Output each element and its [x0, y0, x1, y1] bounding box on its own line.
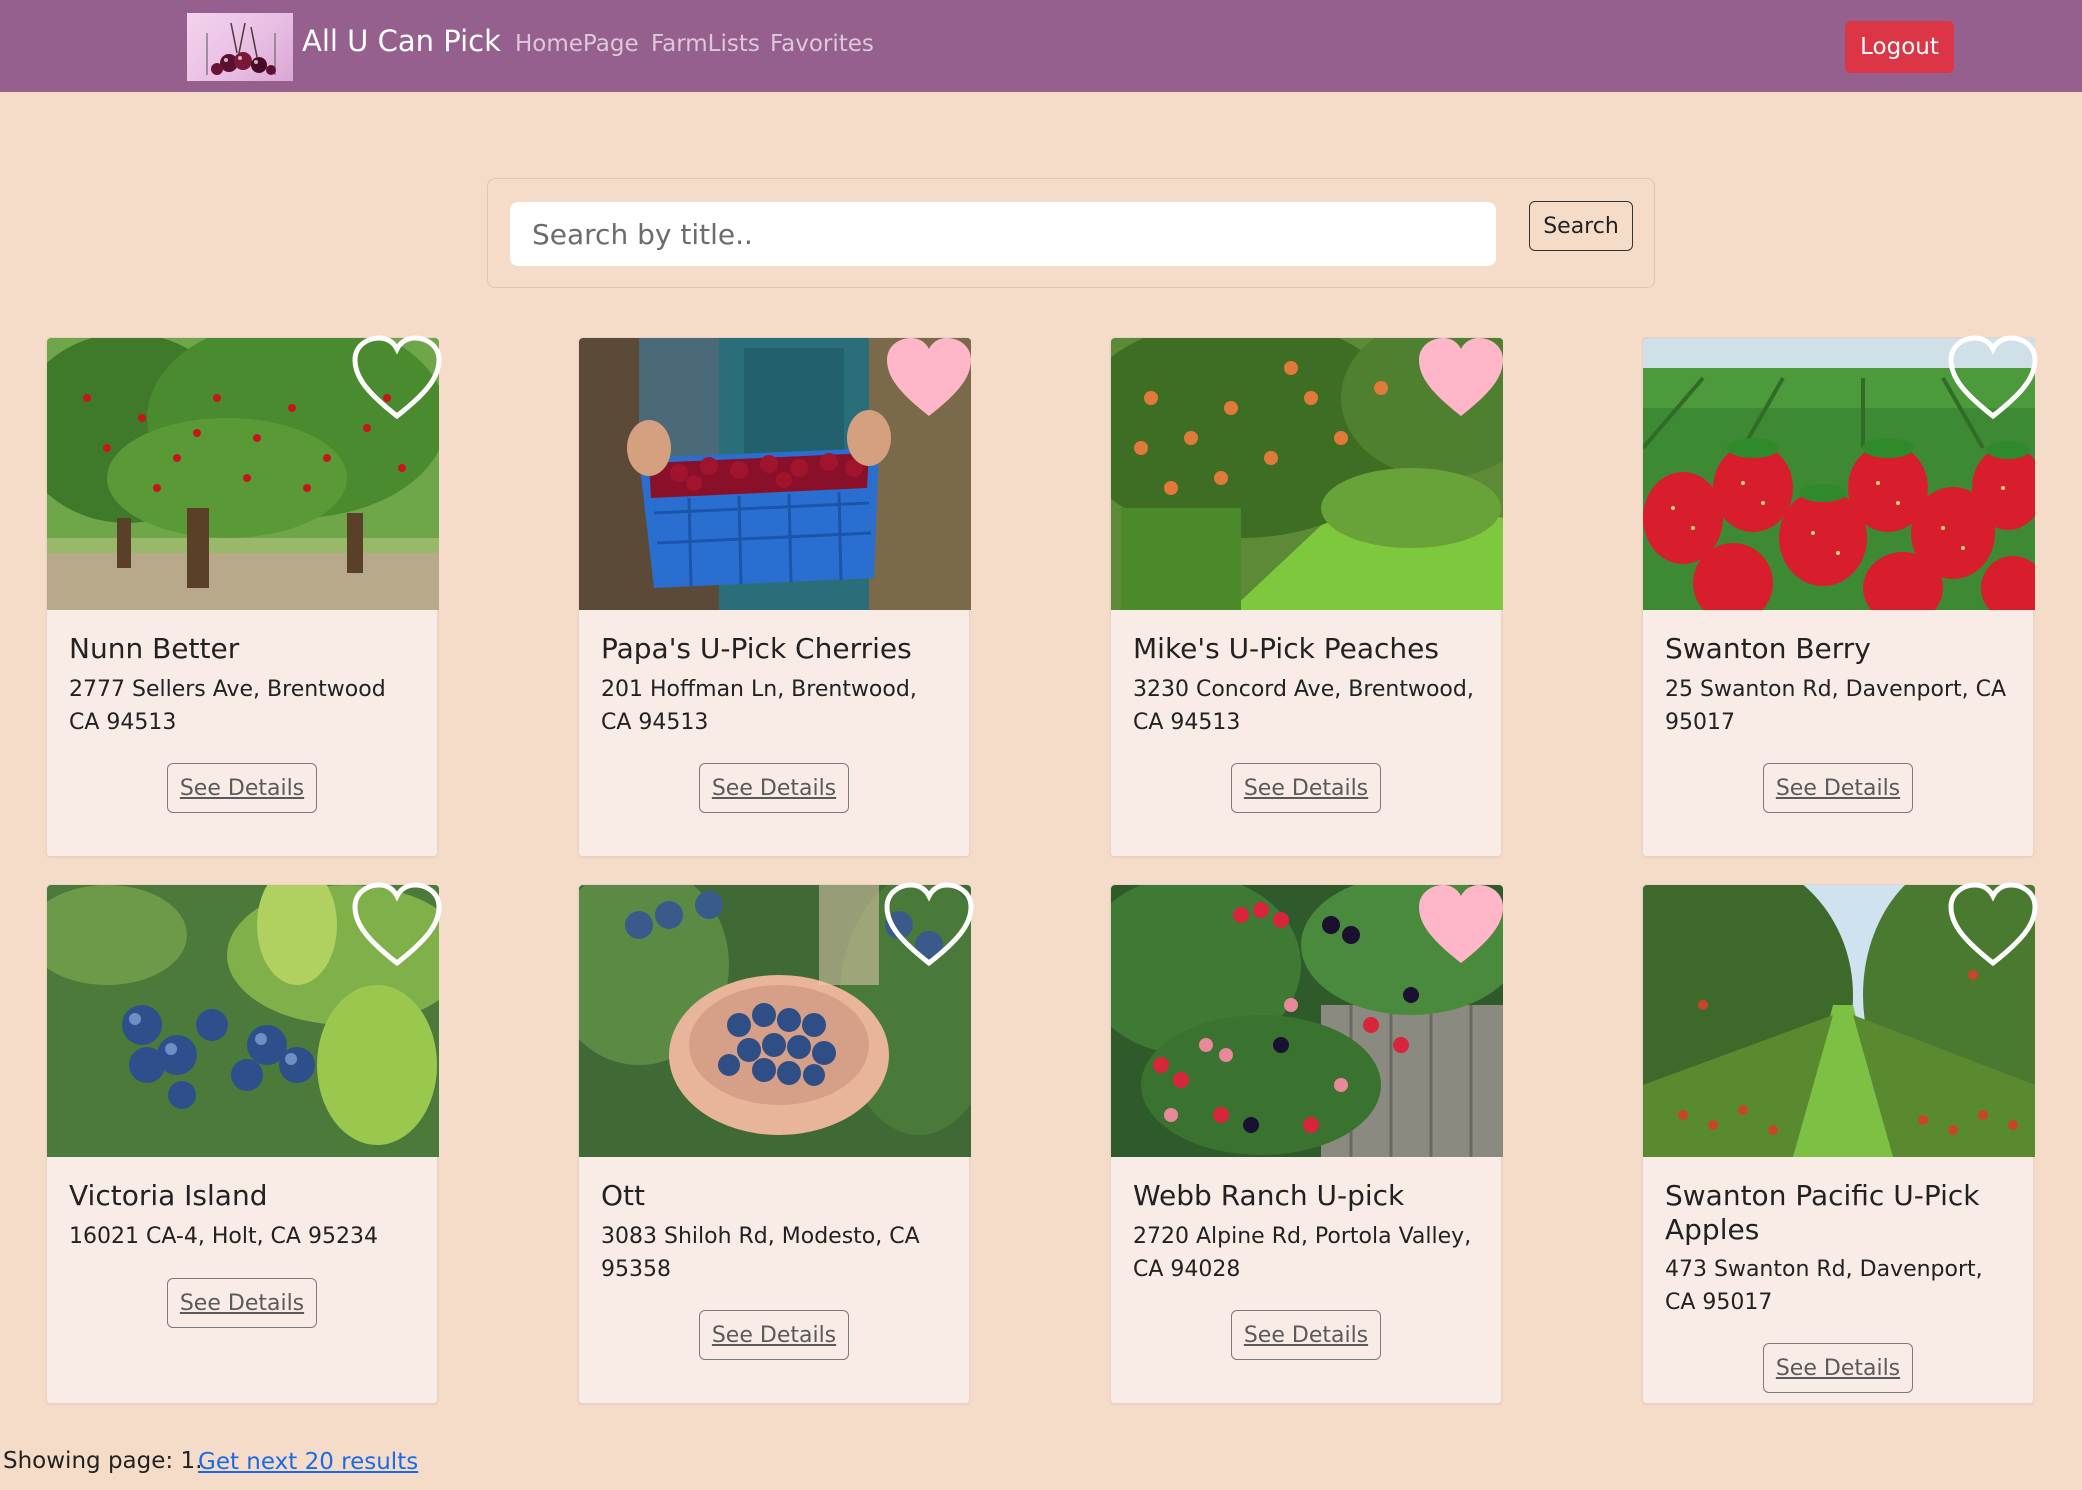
farm-title: Ott [601, 1179, 645, 1212]
farm-address: 473 Swanton Rd, Davenport, CA 95017 [1665, 1257, 1983, 1315]
farm-address: 16021 CA-4, Holt, CA 95234 [69, 1224, 378, 1249]
farm-card: Swanton Pacific U-Pick Apples 473 Swanto… [1642, 882, 2038, 1404]
farm-address: 25 Swanton Rd, Davenport, CA 95017 [1665, 677, 2007, 735]
farm-title: Webb Ranch U-pick [1133, 1179, 1405, 1212]
search-button[interactable]: Search [1529, 201, 1633, 251]
nav-favorites[interactable]: Favorites [770, 31, 874, 57]
see-details-button[interactable]: See Details [1231, 1310, 1381, 1360]
favorite-heart-icon[interactable] [1945, 334, 2041, 422]
farm-card: Webb Ranch U-pick 2720 Alpine Rd, Portol… [1110, 884, 1503, 1404]
farm-card: Mike's U-Pick Peaches 3230 Concord Ave, … [1110, 337, 1503, 857]
nav-farmlists[interactable]: FarmLists [651, 31, 760, 57]
favorite-heart-icon[interactable] [1945, 881, 2041, 969]
see-details-button[interactable]: See Details [1231, 763, 1381, 813]
farm-title: Papa's U-Pick Cherries [601, 632, 912, 665]
navbar: All U Can Pick HomePage FarmLists Favori… [0, 0, 2082, 92]
farm-address: 2777 Sellers Ave, Brentwood CA 94513 [69, 677, 386, 735]
see-details-button[interactable]: See Details [699, 763, 849, 813]
farm-card: Swanton Berry 25 Swanton Rd, Davenport, … [1642, 335, 2038, 857]
see-details-button[interactable]: See Details [1763, 1343, 1913, 1393]
farm-address: 3083 Shiloh Rd, Modesto, CA 95358 [601, 1224, 920, 1282]
brand-logo[interactable] [187, 13, 293, 81]
favorite-heart-icon[interactable] [349, 881, 445, 969]
see-details-button[interactable]: See Details [699, 1310, 849, 1360]
favorite-heart-icon[interactable] [881, 334, 977, 422]
farm-address: 2720 Alpine Rd, Portola Valley, CA 94028 [1133, 1224, 1472, 1282]
nav-homepage[interactable]: HomePage [515, 31, 639, 57]
farm-title: Nunn Better [69, 632, 240, 665]
logout-button[interactable]: Logout [1845, 21, 1954, 73]
farm-card: Victoria Island 16021 CA-4, Holt, CA 952… [46, 882, 442, 1404]
farm-address: 3230 Concord Ave, Brentwood, CA 94513 [1133, 677, 1474, 735]
see-details-button[interactable]: See Details [1763, 763, 1913, 813]
favorite-heart-icon[interactable] [1413, 881, 1509, 969]
search-form: Search [487, 178, 1655, 288]
search-input[interactable] [510, 202, 1496, 266]
farm-address: 201 Hoffman Ln, Brentwood, CA 94513 [601, 677, 917, 735]
farm-card: Ott 3083 Shiloh Rd, Modesto, CA 95358 Se… [578, 882, 974, 1404]
farm-card: Nunn Better 2777 Sellers Ave, Brentwood … [46, 335, 442, 857]
farm-card: Papa's U-Pick Cherries 201 Hoffman Ln, B… [578, 337, 971, 857]
favorite-heart-icon[interactable] [881, 881, 977, 969]
farm-title: Swanton Berry [1665, 632, 1871, 665]
brand-name[interactable]: All U Can Pick [302, 24, 501, 58]
favorite-heart-icon[interactable] [1413, 334, 1509, 422]
favorite-heart-icon[interactable] [349, 334, 445, 422]
farm-title: Swanton Pacific U-Pick Apples [1665, 1179, 1980, 1246]
paging-status: Showing page: 1. [3, 1448, 203, 1474]
next-page-link[interactable]: Get next 20 results [198, 1449, 418, 1475]
farm-title: Victoria Island [69, 1179, 268, 1212]
see-details-button[interactable]: See Details [167, 1278, 317, 1328]
see-details-button[interactable]: See Details [167, 763, 317, 813]
farm-title: Mike's U-Pick Peaches [1133, 632, 1439, 665]
